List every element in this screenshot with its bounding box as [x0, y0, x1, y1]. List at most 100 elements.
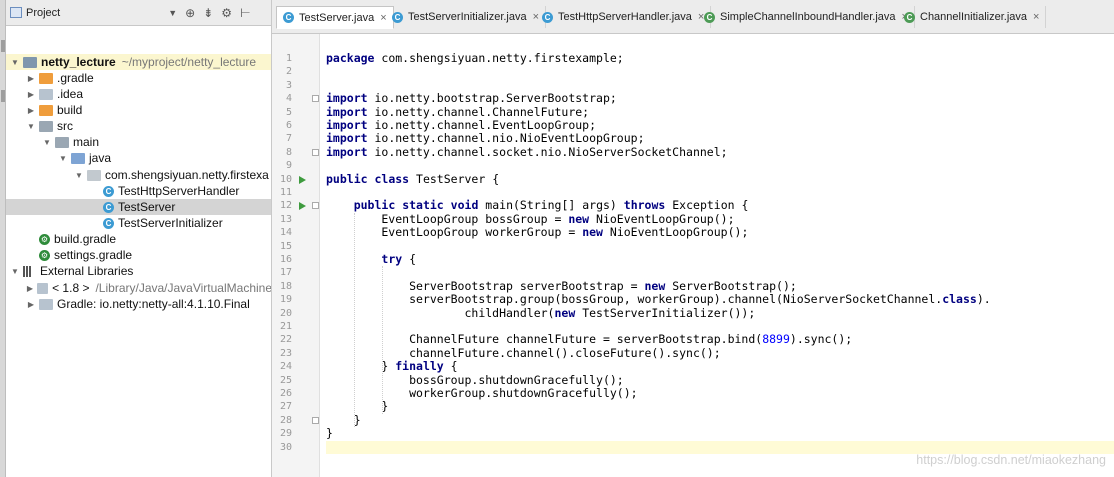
editor-tab[interactable]: CSimpleChannelInboundHandler.java×: [698, 6, 915, 28]
tree-item[interactable]: C TestServer: [6, 199, 271, 215]
tree-item[interactable]: ▼ External Libraries: [6, 263, 271, 279]
code-line[interactable]: public static void main(String[] args) t…: [326, 198, 1114, 212]
project-tool-icon[interactable]: [1, 40, 5, 52]
chevron-right-icon[interactable]: ▶: [26, 106, 36, 115]
code-line[interactable]: try {: [326, 252, 1114, 266]
line-number: 25: [279, 374, 292, 386]
editor-tab[interactable]: C TestHttpServerHandler.java ×: [536, 6, 712, 28]
chevron-right-icon[interactable]: ▶: [26, 74, 36, 83]
tree-item[interactable]: ▼ src: [6, 118, 271, 134]
tree-item[interactable]: ⚙ settings.gradle: [6, 247, 271, 263]
tree-item[interactable]: ▶ build: [6, 102, 271, 118]
editor-tab[interactable]: C TestServerInitializer.java ×: [386, 6, 547, 28]
fold-icon[interactable]: [312, 416, 319, 424]
code-line[interactable]: }: [326, 399, 1114, 413]
code-line[interactable]: import io.netty.channel.ChannelFuture;: [326, 105, 1114, 119]
gear-icon[interactable]: ⚙: [221, 6, 232, 20]
chevron-right-icon[interactable]: ▶: [26, 300, 36, 309]
code-area[interactable]: package com.shengsiyuan.netty.firstexamp…: [326, 34, 1114, 477]
code-line[interactable]: import io.netty.bootstrap.ServerBootstra…: [326, 91, 1114, 105]
code-editor[interactable]: 1 2 3 4 5 6 7 8 9 10 11 12 13 14 15 16 17 18 19 20 21 22 23 24 2…: [272, 34, 1114, 477]
tree-item[interactable]: ▼ java: [6, 150, 271, 166]
folder-icon: [71, 152, 85, 164]
locate-icon[interactable]: ⊕: [185, 6, 195, 20]
tree-item[interactable]: ▶ < 1.8 > /Library/Java/JavaVirtualMachine: [6, 280, 271, 296]
line-number: 16: [279, 254, 292, 265]
structure-tool-icon[interactable]: [1, 90, 5, 102]
code-line[interactable]: } finally {: [326, 359, 1114, 373]
line-number: 30: [279, 441, 292, 453]
run-icon[interactable]: [299, 175, 306, 184]
code-line[interactable]: [326, 65, 1114, 78]
editor-tab[interactable]: C TestServer.java ×: [276, 6, 394, 29]
code-line[interactable]: [326, 266, 1114, 279]
code-line[interactable]: [326, 159, 1114, 172]
fold-icon[interactable]: [312, 202, 319, 210]
tree-item[interactable]: ▶ .idea: [6, 86, 271, 102]
chevron-down-icon[interactable]: ▼: [74, 171, 84, 180]
tree-item[interactable]: C TestServerInitializer: [6, 215, 271, 231]
tree-item[interactable]: ⚙ build.gradle: [6, 231, 271, 247]
code-line[interactable]: childHandler(new TestServerInitializer()…: [326, 306, 1114, 320]
code-line[interactable]: [326, 79, 1114, 92]
project-panel-title[interactable]: Project: [26, 7, 60, 19]
code-line[interactable]: }: [326, 426, 1114, 440]
code-line[interactable]: EventLoopGroup bossGroup = new NioEventL…: [326, 212, 1114, 226]
tree-item-label: src: [57, 119, 73, 133]
fold-icon[interactable]: [312, 95, 319, 103]
code-line[interactable]: [326, 320, 1114, 333]
fold-icon[interactable]: [312, 148, 319, 156]
code-line[interactable]: }: [326, 413, 1114, 427]
line-number: 26: [279, 388, 292, 399]
tab-label: ChannelInitializer.java: [920, 11, 1028, 23]
tree-item[interactable]: ▼ com.shengsiyuan.netty.firstexa: [6, 167, 271, 183]
tree-item[interactable]: ▶ .gradle: [6, 70, 271, 86]
run-icon[interactable]: [299, 202, 306, 211]
code-line[interactable]: public class TestServer {: [326, 172, 1114, 186]
chevron-down-icon[interactable]: ▼: [10, 267, 20, 276]
line-number: 4: [285, 93, 292, 105]
editor-gutter: 1 2 3 4 5 6 7 8 9 10 11 12 13 14 15 16 17 18 19 20 21 22 23 24 2…: [272, 34, 320, 477]
chevron-down-icon[interactable]: ▼: [42, 138, 52, 147]
chevron-down-icon[interactable]: ▼: [168, 8, 177, 18]
tree-item-label: build.gradle: [54, 232, 117, 246]
gradle-icon: ⚙: [39, 249, 50, 261]
code-line[interactable]: [326, 186, 1114, 199]
code-line[interactable]: import io.netty.channel.EventLoopGroup;: [326, 118, 1114, 132]
class-icon: C: [904, 11, 915, 23]
code-line[interactable]: [326, 240, 1114, 253]
tree-item[interactable]: ▶ Gradle: io.netty:netty-all:4.1.10.Final: [6, 296, 271, 312]
chevron-down-icon[interactable]: ▼: [10, 58, 20, 67]
chevron-down-icon[interactable]: ▼: [26, 122, 36, 131]
tree-item-label: TestServerInitializer: [118, 216, 223, 230]
tree-item[interactable]: ▼ netty_lecture ~/myproject/netty_lecture: [6, 54, 271, 70]
code-line[interactable]: ChannelFuture channelFuture = serverBoot…: [326, 332, 1114, 346]
tree-item-label: Gradle: io.netty:netty-all:4.1.10.Final: [57, 297, 250, 311]
chevron-right-icon[interactable]: ▶: [26, 284, 34, 293]
tree-item-label: com.shengsiyuan.netty.firstexa: [105, 168, 269, 182]
chevron-right-icon[interactable]: ▶: [26, 90, 36, 99]
line-number: 13: [279, 213, 292, 225]
code-line[interactable]: EventLoopGroup workerGroup = new NioEven…: [326, 225, 1114, 239]
watermark: https://blog.csdn.net/miaokezhang: [916, 453, 1106, 467]
code-line[interactable]: import io.netty.channel.nio.NioEventLoop…: [326, 131, 1114, 145]
code-line[interactable]: import io.netty.channel.socket.nio.NioSe…: [326, 145, 1114, 159]
code-line[interactable]: [326, 440, 1114, 454]
code-line[interactable]: ServerBootstrap serverBootstrap = new Se…: [326, 279, 1114, 293]
code-line[interactable]: package com.shengsiyuan.netty.firstexamp…: [326, 51, 1114, 65]
tree-item-label: java: [89, 151, 112, 165]
class-icon: C: [103, 185, 114, 197]
code-line[interactable]: workerGroup.shutdownGracefully();: [326, 386, 1114, 400]
line-number: 6: [285, 120, 292, 131]
close-icon[interactable]: ×: [1033, 11, 1039, 23]
collapse-all-icon[interactable]: ⇟: [203, 6, 213, 20]
chevron-down-icon[interactable]: ▼: [58, 154, 68, 163]
editor-tab[interactable]: C ChannelInitializer.java ×: [898, 6, 1047, 28]
code-line[interactable]: channelFuture.channel().closeFuture().sy…: [326, 346, 1114, 360]
code-line[interactable]: bossGroup.shutdownGracefully();: [326, 373, 1114, 387]
tree-item[interactable]: C TestHttpServerHandler: [6, 183, 271, 199]
editor-tab-bar: C TestServer.java × C TestServerInitializer.…: [272, 0, 1114, 34]
tree-item[interactable]: ▼ main: [6, 134, 271, 150]
code-line[interactable]: serverBootstrap.group(bossGroup, workerG…: [326, 292, 1114, 306]
hide-panel-icon[interactable]: ⊢: [240, 6, 250, 20]
